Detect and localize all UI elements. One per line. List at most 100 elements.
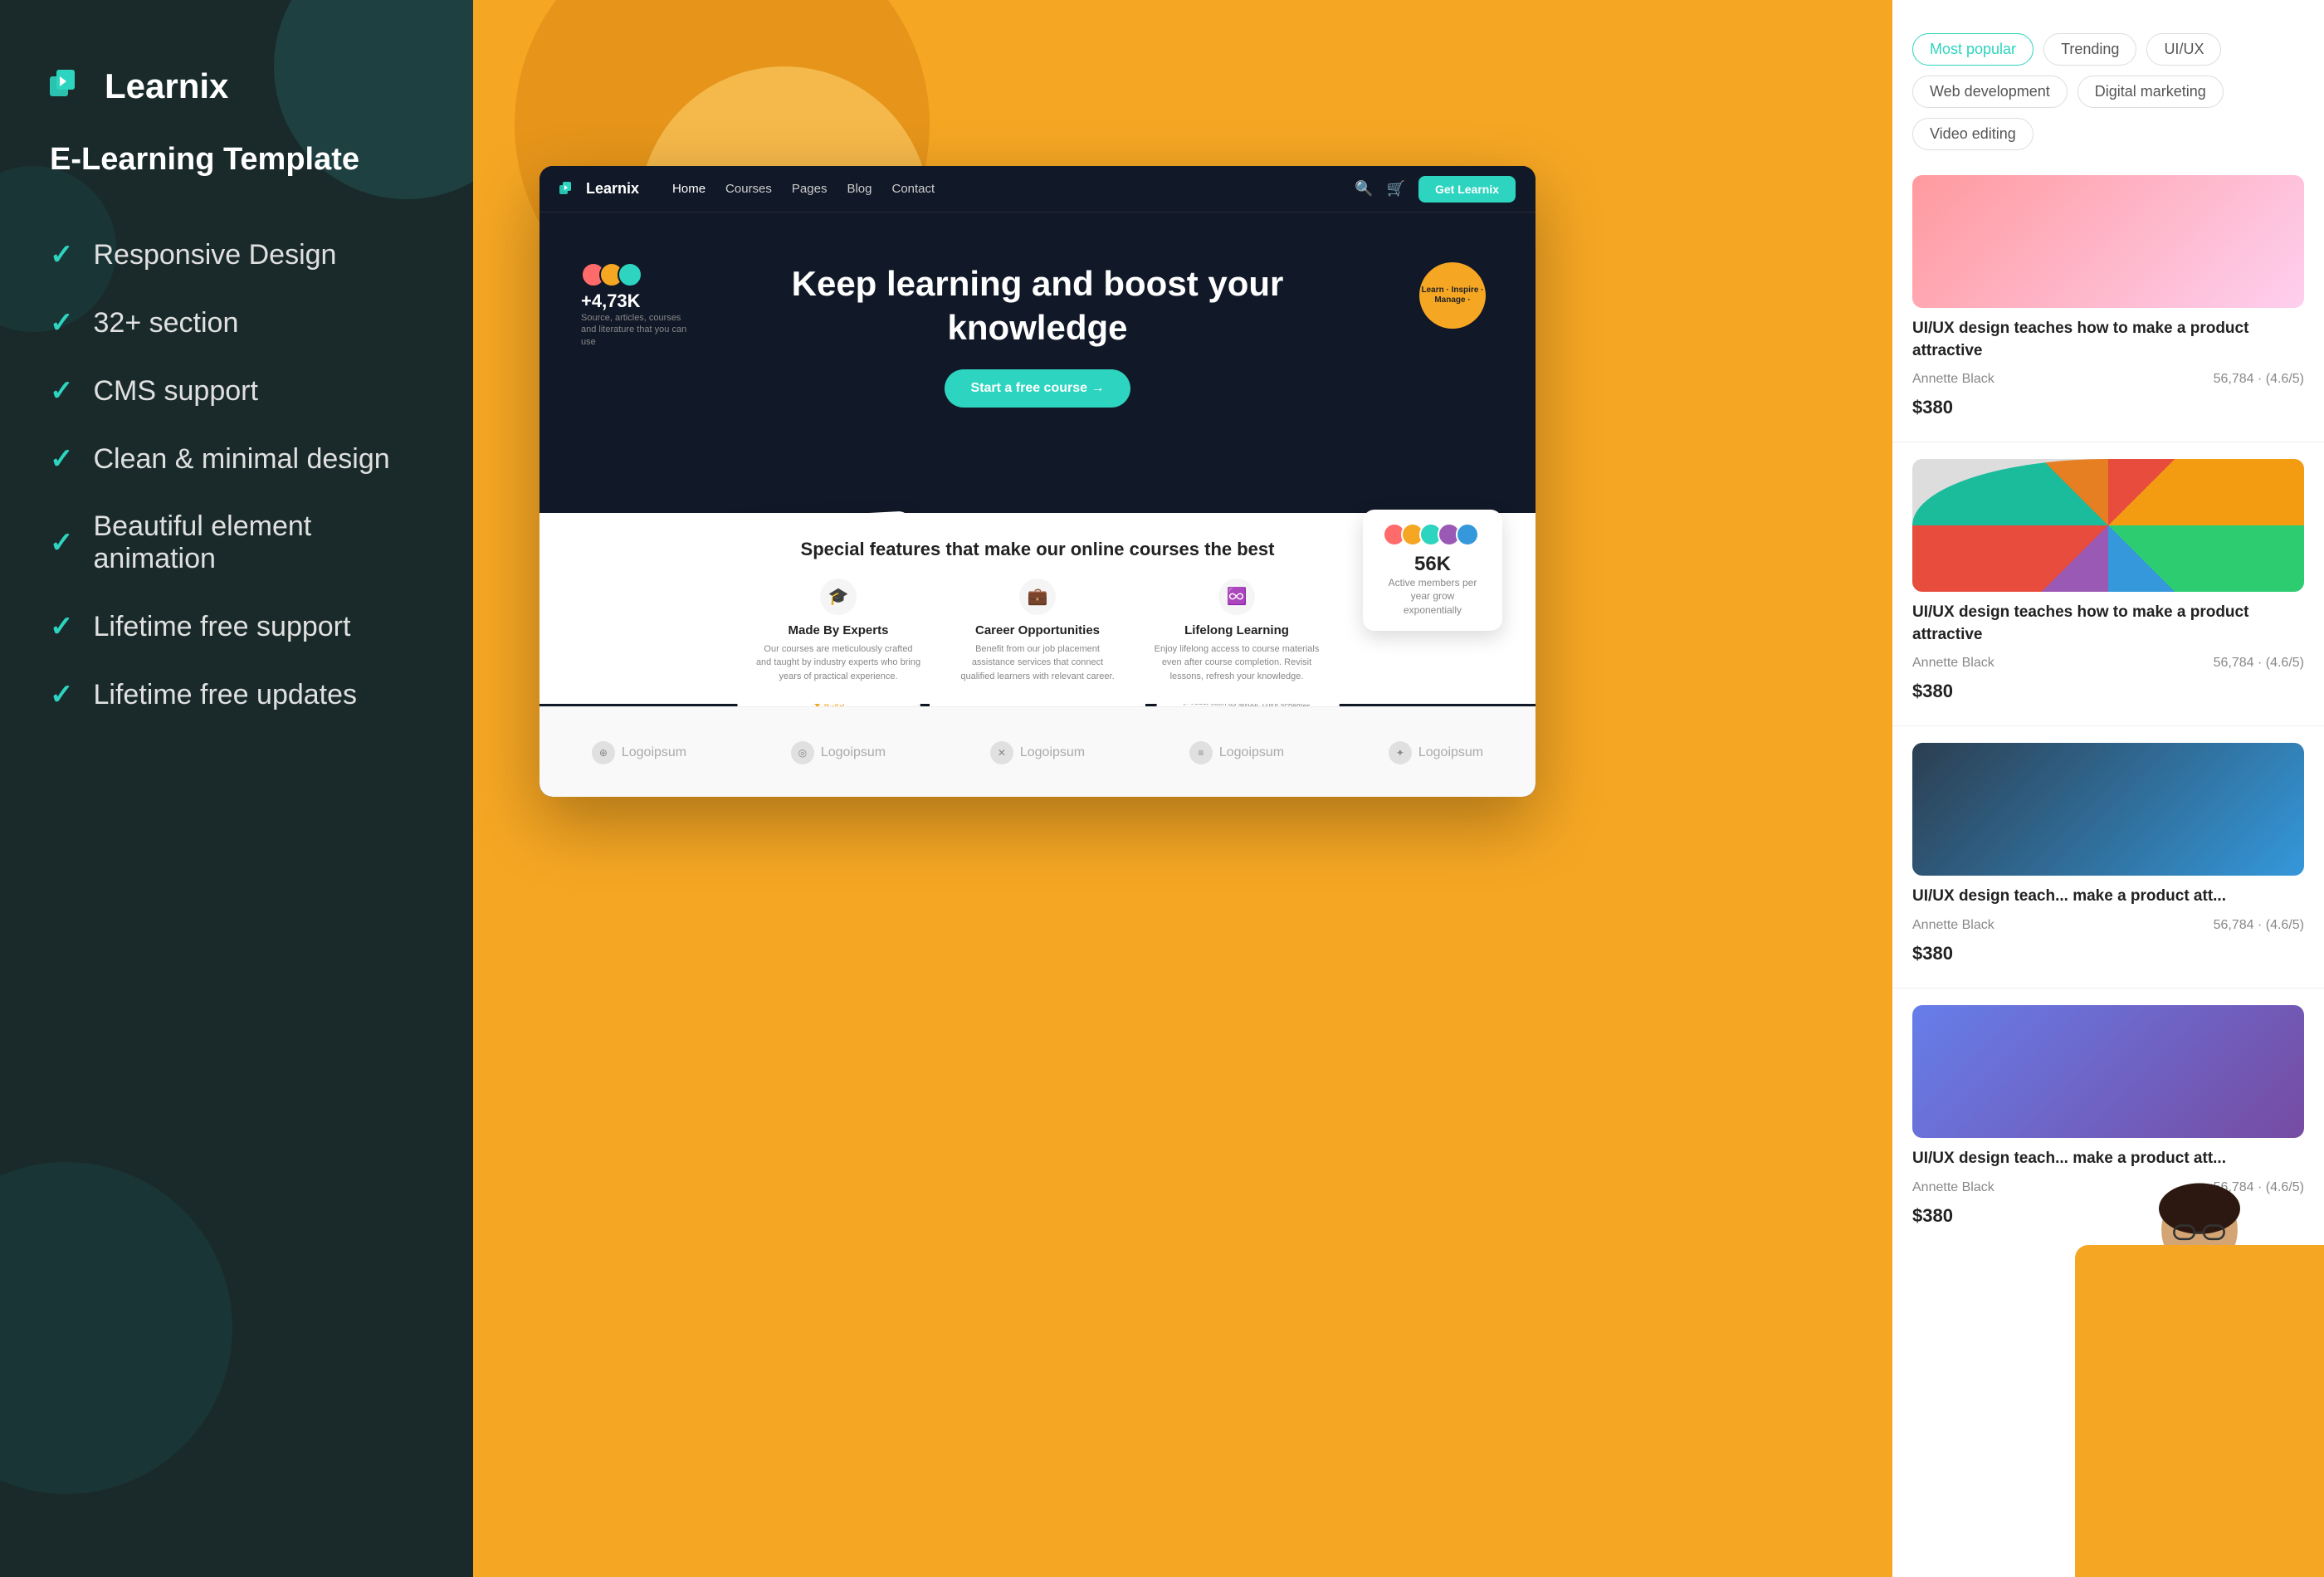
bf-title-3: Lifelong Learning bbox=[1154, 623, 1320, 637]
get-learnix-button[interactable]: Get Learnix bbox=[1418, 176, 1516, 203]
course-price-row-3: $380 bbox=[1912, 943, 2304, 964]
bf-card-2: 💼 Career Opportunities Benefit from our … bbox=[954, 579, 1120, 684]
course-author-2: Annette Black bbox=[1912, 656, 1994, 671]
logo-2: ◎ Logoipsum bbox=[791, 741, 886, 764]
feature-cms: ✓ CMS support bbox=[50, 374, 423, 408]
course-thumb-3 bbox=[1912, 743, 2304, 876]
cart-icon[interactable]: 🛒 bbox=[1387, 180, 1405, 198]
tab-web-dev[interactable]: Web development bbox=[1912, 76, 2068, 108]
search-icon[interactable]: 🔍 bbox=[1355, 180, 1373, 198]
logo-icon bbox=[50, 70, 93, 103]
stat-avatars bbox=[1383, 523, 1482, 546]
bf-icon-3: ♾️ bbox=[1218, 579, 1255, 615]
course-meta-1: Annette Black 56,784 · (4.6/5) bbox=[1912, 372, 2304, 387]
template-title: E-Learning Template bbox=[50, 139, 423, 180]
features-grid: 🎓 Made By Experts Our courses are meticu… bbox=[589, 579, 1486, 684]
sidebar-course-3: UI/UX design teach... make a product att… bbox=[1892, 725, 2324, 988]
course-rating-2: 56,784 · (4.6/5) bbox=[2214, 656, 2304, 671]
course-thumb-4 bbox=[1912, 1005, 2304, 1138]
bf-card-1: 🎓 Made By Experts Our courses are meticu… bbox=[755, 579, 921, 684]
right-panel: Learnix Home Courses Pages Blog Contact … bbox=[473, 0, 2324, 1577]
nav-courses[interactable]: Courses bbox=[725, 182, 772, 196]
features-title: Special features that make our online co… bbox=[589, 538, 1486, 562]
check-icon-7: ✓ bbox=[50, 678, 74, 711]
hero-stat: +4,73K Source, articles, courses and lit… bbox=[581, 262, 689, 348]
nav-home[interactable]: Home bbox=[672, 182, 706, 196]
filter-tabs: Most popular Trending UI/UX Web developm… bbox=[1892, 17, 2324, 175]
tab-digital-marketing[interactable]: Digital marketing bbox=[2077, 76, 2224, 108]
browser-nav: Learnix Home Courses Pages Blog Contact … bbox=[540, 166, 1536, 212]
feature-label-7: Lifetime free updates bbox=[94, 679, 358, 711]
course-thumb-2 bbox=[1912, 459, 2304, 592]
bf-desc-1: Our courses are meticulously crafted and… bbox=[755, 642, 921, 684]
logo-icon-2: ◎ bbox=[791, 741, 814, 764]
feature-label-4: Clean & minimal design bbox=[94, 443, 390, 476]
feature-responsive: ✓ Responsive Design bbox=[50, 238, 423, 271]
feature-updates: ✓ Lifetime free updates bbox=[50, 678, 423, 711]
logo-icon-1: ⊕ bbox=[592, 741, 615, 764]
avatar-3 bbox=[618, 262, 642, 287]
course-price-1: $380 bbox=[1912, 397, 1953, 418]
browser-nav-right: 🔍 🛒 Get Learnix bbox=[1355, 176, 1516, 203]
course-title-3: UI/UX design teach... make a product att… bbox=[1912, 886, 2304, 908]
browser-logo-icon bbox=[559, 182, 579, 197]
bf-icon-2: 💼 bbox=[1019, 579, 1056, 615]
s-avatar-5 bbox=[1456, 523, 1479, 546]
check-icon-6: ✓ bbox=[50, 610, 74, 643]
feature-label-6: Lifetime free support bbox=[94, 611, 351, 643]
tab-trending[interactable]: Trending bbox=[2043, 33, 2136, 66]
logo-text: Learnix bbox=[105, 66, 228, 106]
stat-label: Active members per year grow exponential… bbox=[1383, 576, 1482, 618]
tab-most-popular[interactable]: Most popular bbox=[1912, 33, 2034, 66]
course-rating-1: 56,784 · (4.6/5) bbox=[2214, 372, 2304, 387]
check-icon-4: ✓ bbox=[50, 442, 74, 476]
browser-logo: Learnix bbox=[559, 180, 639, 198]
bf-desc-3: Enjoy lifelong access to course material… bbox=[1154, 642, 1320, 684]
logo-icon-4: ≡ bbox=[1189, 741, 1213, 764]
nav-blog[interactable]: Blog bbox=[847, 182, 872, 196]
check-icon-3: ✓ bbox=[50, 374, 74, 408]
feature-clean: ✓ Clean & minimal design bbox=[50, 442, 423, 476]
feature-sections: ✓ 32+ section bbox=[50, 306, 423, 339]
browser-mockup: Learnix Home Courses Pages Blog Contact … bbox=[540, 166, 1536, 797]
course-author-4: Annette Black bbox=[1912, 1180, 1994, 1195]
sidebar-course-1: UI/UX design teaches how to make a produ… bbox=[1892, 175, 2324, 442]
course-title-1: UI/UX design teaches how to make a produ… bbox=[1912, 318, 2304, 362]
course-author-1: Annette Black bbox=[1912, 372, 1994, 387]
feature-label-1: Responsive Design bbox=[94, 239, 337, 271]
hero-avatars bbox=[581, 262, 689, 287]
feature-label-2: 32+ section bbox=[94, 307, 239, 339]
bf-icon-1: 🎓 bbox=[820, 579, 857, 615]
stat-number: 56K bbox=[1383, 553, 1482, 576]
check-icon-5: ✓ bbox=[50, 526, 74, 559]
course-price-row-2: $380 bbox=[1912, 681, 2304, 702]
feature-label-3: CMS support bbox=[94, 375, 258, 408]
course-price-2: $380 bbox=[1912, 681, 1953, 702]
deco-circle-bottom bbox=[0, 1162, 232, 1494]
stat-card-right: 56K Active members per year grow exponen… bbox=[1363, 510, 1502, 631]
logo-icon-3: ✕ bbox=[990, 741, 1013, 764]
course-price-row-1: $380 bbox=[1912, 397, 2304, 418]
feature-label-5: Beautiful element animation bbox=[94, 510, 424, 575]
feature-list: ✓ Responsive Design ✓ 32+ section ✓ CMS … bbox=[50, 238, 423, 711]
course-meta-3: Annette Black 56,784 · (4.6/5) bbox=[1912, 918, 2304, 933]
nav-contact[interactable]: Contact bbox=[891, 182, 935, 196]
course-meta-2: Annette Black 56,784 · (4.6/5) bbox=[1912, 656, 2304, 671]
logo-3: ✕ Logoipsum bbox=[990, 741, 1085, 764]
tab-uiux[interactable]: UI/UX bbox=[2146, 33, 2221, 66]
logo-4: ≡ Logoipsum bbox=[1189, 741, 1284, 764]
start-btn[interactable]: Start a free course → bbox=[945, 369, 1131, 408]
logo-icon-5: ✦ bbox=[1389, 741, 1412, 764]
bf-title-2: Career Opportunities bbox=[954, 623, 1120, 637]
nav-pages[interactable]: Pages bbox=[792, 182, 828, 196]
hero-stat-number: +4,73K bbox=[581, 290, 689, 312]
course-title-2: UI/UX design teaches how to make a produ… bbox=[1912, 602, 2304, 646]
tab-video-editing[interactable]: Video editing bbox=[1912, 118, 2034, 150]
person-area bbox=[2075, 1162, 2324, 1577]
check-icon-2: ✓ bbox=[50, 306, 74, 339]
browser-logos: ⊕ Logoipsum ◎ Logoipsum ✕ Logoipsum ≡ Lo… bbox=[540, 706, 1536, 797]
feature-support: ✓ Lifetime free support bbox=[50, 610, 423, 643]
check-icon-1: ✓ bbox=[50, 238, 74, 271]
browser-logo-label: Learnix bbox=[586, 180, 639, 198]
course-rating-3: 56,784 · (4.6/5) bbox=[2214, 918, 2304, 933]
